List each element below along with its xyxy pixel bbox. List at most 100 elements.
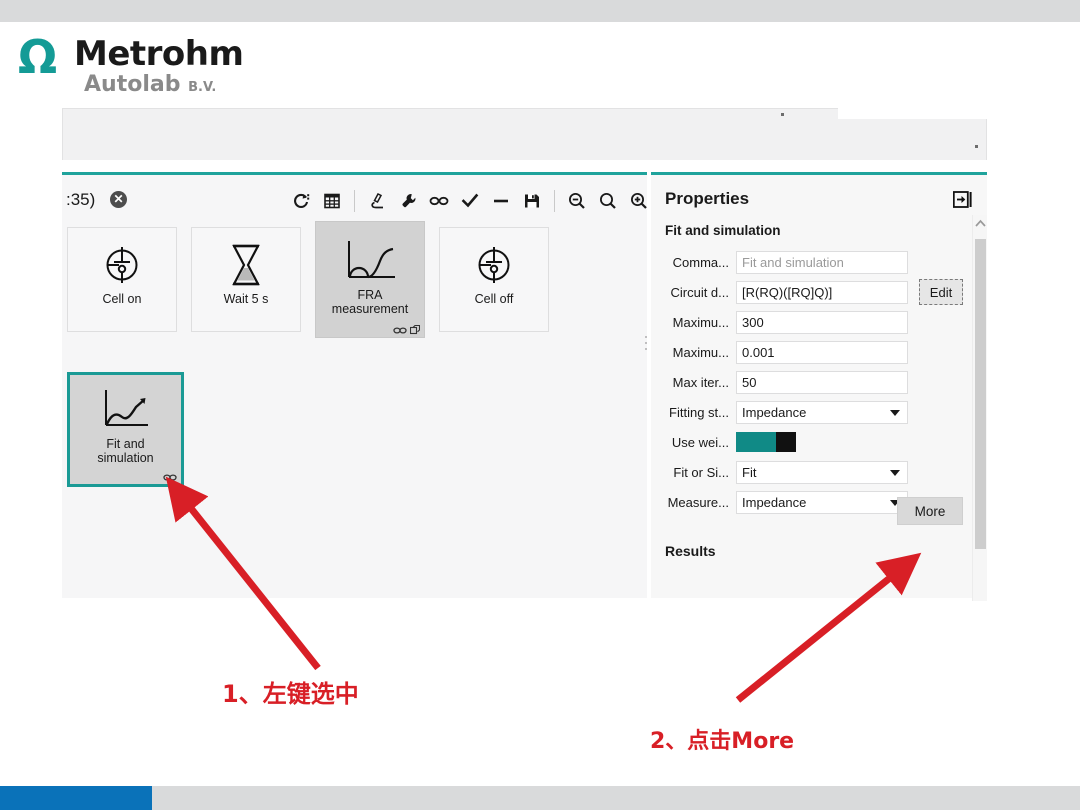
maximum-1-input[interactable]: 300 [736,310,908,334]
scrollbar-thumb[interactable] [975,239,986,549]
property-label: Max iter... [672,374,729,390]
save-floppy-icon[interactable] [518,187,546,215]
property-row-fitting-strategy: Fitting st... Impedance [651,397,971,427]
edit-button[interactable]: Edit [919,279,963,305]
measurement-select[interactable]: Impedance [736,490,908,514]
property-label: Measure... [667,494,729,510]
select-value: Impedance [742,494,807,510]
slide-canvas: Ω Metrohm Autolab B.V. :35) ✕ Cell on Wa… [0,0,1080,810]
max-iterations-input[interactable]: 50 [736,370,908,394]
slide-progress-accent [0,786,152,810]
logo-brand-name: Metrohm [74,34,244,74]
card-label: Fit and simulation [97,437,154,465]
tab-title[interactable]: :35) [66,190,95,210]
procedure-card-cell-on[interactable]: Cell on [67,227,177,332]
cell-on-icon [99,242,145,288]
upper-blank-panel [62,107,990,160]
property-label: Comma... [672,254,729,270]
minus-icon[interactable] [487,187,515,215]
pane-splitter-handle[interactable] [643,332,649,382]
toolbar-separator-1 [354,190,355,212]
panel-gap [62,160,987,172]
circuit-description-input[interactable]: [R(RQ)([RQ]Q)] [736,280,908,304]
chevron-down-icon [890,410,900,416]
property-row-use-weighting: Use wei... [651,427,971,457]
procedure-card-cell-off[interactable]: Cell off [439,227,549,332]
property-row-maximum-1: Maximu... 300 [651,307,971,337]
microscope-icon[interactable] [363,187,391,215]
card-label: Wait 5 s [223,292,269,306]
select-value: Fit [742,464,757,480]
close-circle-icon[interactable]: ✕ [110,191,127,208]
cell-off-icon [471,242,517,288]
metrohm-autolab-logo: Ω Metrohm Autolab B.V. [18,34,278,100]
refresh-icon[interactable] [287,187,315,215]
property-label: Fit or Si... [673,464,729,480]
property-row-command: Comma... Fit and simulation [651,247,971,277]
card-badges [393,325,420,335]
annotation-step-2: 2、点击More [650,729,795,754]
tick-mark-right [975,145,978,148]
link-icon [393,326,407,334]
properties-form: Comma... Fit and simulation Circuit d...… [651,247,971,517]
procedure-card-wait[interactable]: Wait 5 s [191,227,301,332]
command-input[interactable]: Fit and simulation [736,250,908,274]
select-value: Impedance [742,404,807,420]
annotation-step-1: 1、左键选中 [222,680,359,708]
fra-plot-icon [343,238,397,284]
page-title: Properties [665,189,750,208]
expand-icon [410,325,420,335]
card-badges [163,473,177,482]
logo-sub-text: Autolab [84,72,181,97]
slide-top-band [0,0,1080,22]
property-row-fit-or-simulate: Fit or Si... Fit [651,457,971,487]
fitting-strategy-select[interactable]: Impedance [736,400,908,424]
logo-suffix: B.V. [188,80,217,95]
property-label: Maximu... [672,344,729,360]
use-weighting-toggle[interactable] [736,432,796,452]
checkmark-icon[interactable] [456,187,484,215]
maximum-2-input[interactable]: 0.001 [736,340,908,364]
application-window: :35) ✕ Cell on Wait 5 s FRA measurement … [62,107,990,601]
omega-icon: Ω [18,30,57,84]
toolbar-separator-2 [554,190,555,212]
property-label: Fitting st... [669,404,729,420]
tick-mark-left [781,113,784,116]
link-icon [163,474,177,481]
wrench-icon[interactable] [394,187,422,215]
card-label: Cell off [474,292,514,306]
procedure-tabbar: :35) ✕ [62,175,647,223]
chevron-up-icon[interactable] [973,215,988,232]
link-icon[interactable] [425,187,453,215]
property-label: Circuit d... [670,284,729,300]
collapse-panel-icon[interactable] [952,191,973,209]
slide-bottom-band [0,786,1080,810]
zoom-out-icon[interactable] [563,187,591,215]
property-row-max-iterations: Max iter... 50 [651,367,971,397]
zoom-in-icon[interactable] [625,187,653,215]
results-section-title: Results [665,543,716,559]
property-label: Use wei... [671,434,729,450]
procedure-editor-pane: :35) ✕ Cell on Wait 5 s FRA measurement … [62,172,647,598]
properties-scrollbar[interactable] [972,215,987,601]
more-button[interactable]: More [897,497,963,525]
properties-pane: Properties Fit and simulation Comma... F… [651,172,987,601]
table-grid-icon[interactable] [318,187,346,215]
hourglass-icon [229,242,263,288]
procedure-card-fra[interactable]: FRA measurement [315,221,425,338]
card-label: FRA measurement [331,288,409,316]
property-row-maximum-2: Maximu... 0.001 [651,337,971,367]
procedure-toolbar [287,185,653,217]
fit-plot-icon [100,387,152,433]
upper-tab-stub [838,107,990,119]
fit-or-simulate-select[interactable]: Fit [736,460,908,484]
property-row-circuit: Circuit d... [R(RQ)([RQ]Q)] Edit [651,277,971,307]
property-label: Maximu... [672,314,729,330]
procedure-card-fit-and-simulation[interactable]: Fit and simulation [67,372,184,487]
chevron-down-icon [890,470,900,476]
zoom-reset-icon[interactable] [594,187,622,215]
section-title: Fit and simulation [665,223,781,238]
card-label: Cell on [102,292,142,306]
application-main-row: :35) ✕ Cell on Wait 5 s FRA measurement … [62,172,987,601]
logo-sub-name: Autolab B.V. [84,72,216,97]
